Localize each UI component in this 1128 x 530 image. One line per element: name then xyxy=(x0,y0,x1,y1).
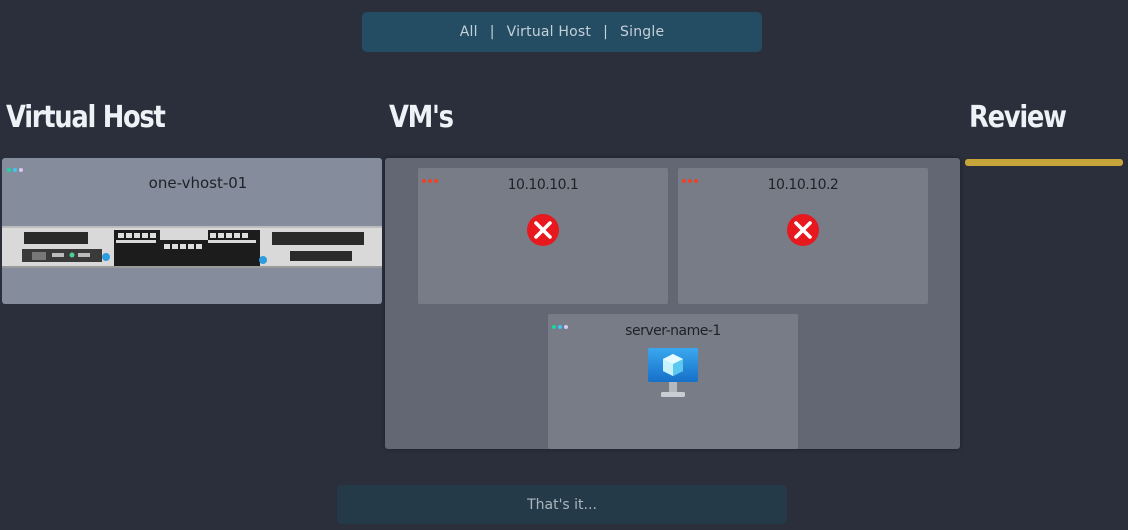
filter-separator: | xyxy=(489,24,495,40)
done-button-label: That's it... xyxy=(527,496,597,513)
status-dot-green xyxy=(7,168,11,172)
virtual-host-card[interactable]: one-vhost-01 xyxy=(2,158,382,304)
page: All | Virtual Host | Single Virtual Host… xyxy=(0,0,1128,530)
status-dot-lilac xyxy=(19,168,23,172)
filter-all[interactable]: All xyxy=(460,24,478,40)
filter-single[interactable]: Single xyxy=(620,24,664,40)
vm-label: server-name-1 xyxy=(625,323,721,339)
status-dot-cyan xyxy=(13,168,17,172)
view-filter-bar: All | Virtual Host | Single xyxy=(362,12,762,52)
vm-label: 10.10.10.2 xyxy=(767,177,839,193)
virtual-host-heading: Virtual Host xyxy=(6,100,166,135)
window-dots xyxy=(7,168,23,172)
rack-server-icon xyxy=(2,226,382,268)
vms-panel: 10.10.10.1 10.10.10.2 server-name-1 xyxy=(385,158,960,449)
vm-card[interactable]: 10.10.10.2 xyxy=(678,168,928,304)
host-name: one-vhost-01 xyxy=(148,174,248,192)
vm-card[interactable]: 10.10.10.1 xyxy=(418,168,668,304)
filter-separator: | xyxy=(603,24,609,40)
vm-card[interactable]: server-name-1 xyxy=(548,314,798,449)
review-progress-bar xyxy=(965,159,1123,166)
vm-label: 10.10.10.1 xyxy=(507,177,579,193)
done-button[interactable]: That's it... xyxy=(337,485,787,524)
error-x-icon xyxy=(527,214,559,246)
filter-virtual-host[interactable]: Virtual Host xyxy=(507,24,591,40)
virtual-machine-icon xyxy=(648,348,698,397)
error-x-icon xyxy=(787,214,819,246)
vms-heading: VM's xyxy=(389,100,454,135)
review-heading: Review xyxy=(969,100,1067,135)
